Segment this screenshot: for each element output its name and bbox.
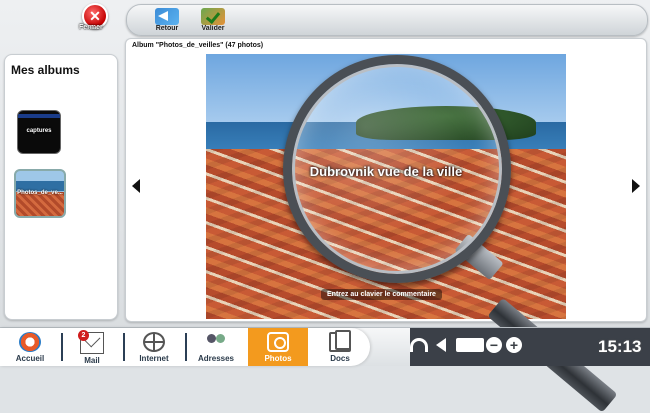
close-label: Fermer xyxy=(79,24,103,31)
taskbar-item-mail[interactable]: Mail xyxy=(62,328,122,366)
validate-label: Valider xyxy=(201,25,225,32)
checkmark-icon xyxy=(201,8,225,25)
taskbar-label: Docs xyxy=(330,354,350,363)
taskbar: − + 15:13 Accueil Mail 2 Internet Adress… xyxy=(0,327,650,366)
taskbar-item-accueil[interactable]: Accueil xyxy=(0,328,60,366)
album-label: Photos_de_ve... xyxy=(17,190,63,196)
taskbar-item-photos[interactable]: Photos xyxy=(248,328,308,366)
close-area: ✕ Fermer xyxy=(0,0,120,50)
album-item-photos-de-veilles[interactable]: Photos_de_ve... xyxy=(14,169,66,218)
app-launcher: Accueil Mail 2 Internet Adresses Photos … xyxy=(0,328,370,366)
wifi-icon xyxy=(410,338,428,352)
camera-icon xyxy=(267,332,289,352)
volume-up-icon[interactable]: + xyxy=(506,337,522,353)
close-icon: ✕ xyxy=(89,7,101,24)
taskbar-item-internet[interactable]: Internet xyxy=(124,328,184,366)
home-icon xyxy=(19,332,41,352)
battery-icon xyxy=(456,338,484,352)
back-label: Retour xyxy=(155,25,179,32)
clock: 15:13 xyxy=(598,337,642,356)
taskbar-label: Photos xyxy=(264,354,292,363)
taskbar-label: Adresses xyxy=(197,354,235,363)
documents-icon xyxy=(329,330,351,352)
back-arrow-icon xyxy=(155,8,179,25)
album-label: captures xyxy=(26,128,52,134)
validate-button[interactable]: Valider xyxy=(195,8,231,34)
next-photo-arrow-icon[interactable] xyxy=(632,179,640,193)
volume-icon xyxy=(436,338,446,352)
contacts-icon xyxy=(205,332,227,352)
taskbar-item-adresses[interactable]: Adresses xyxy=(186,328,246,366)
taskbar-label: Internet xyxy=(139,354,169,363)
top-toolbar: Retour Valider xyxy=(126,4,648,36)
thumbnail-stripe xyxy=(18,114,60,118)
taskbar-label: Mail xyxy=(84,356,100,365)
comment-hint[interactable]: Entrez au clavier le commentaire xyxy=(321,289,442,300)
album-title: Album "Photos_de_veilles" (47 photos) xyxy=(132,42,264,49)
volume-down-icon[interactable]: − xyxy=(486,337,502,353)
albums-panel: Mes albums captures Photos_de_ve... xyxy=(4,54,118,320)
albums-title: Mes albums xyxy=(11,63,80,77)
mail-badge: 2 xyxy=(78,330,89,341)
previous-photo-arrow-icon[interactable] xyxy=(132,179,140,193)
magnifier-icon xyxy=(283,55,511,283)
taskbar-item-docs[interactable]: Docs xyxy=(310,328,370,366)
album-item-captures[interactable]: captures xyxy=(17,110,61,154)
taskbar-label: Accueil xyxy=(15,354,45,363)
globe-icon xyxy=(143,332,165,352)
back-button[interactable]: Retour xyxy=(149,8,185,34)
status-area: − + 15:13 xyxy=(410,328,650,366)
